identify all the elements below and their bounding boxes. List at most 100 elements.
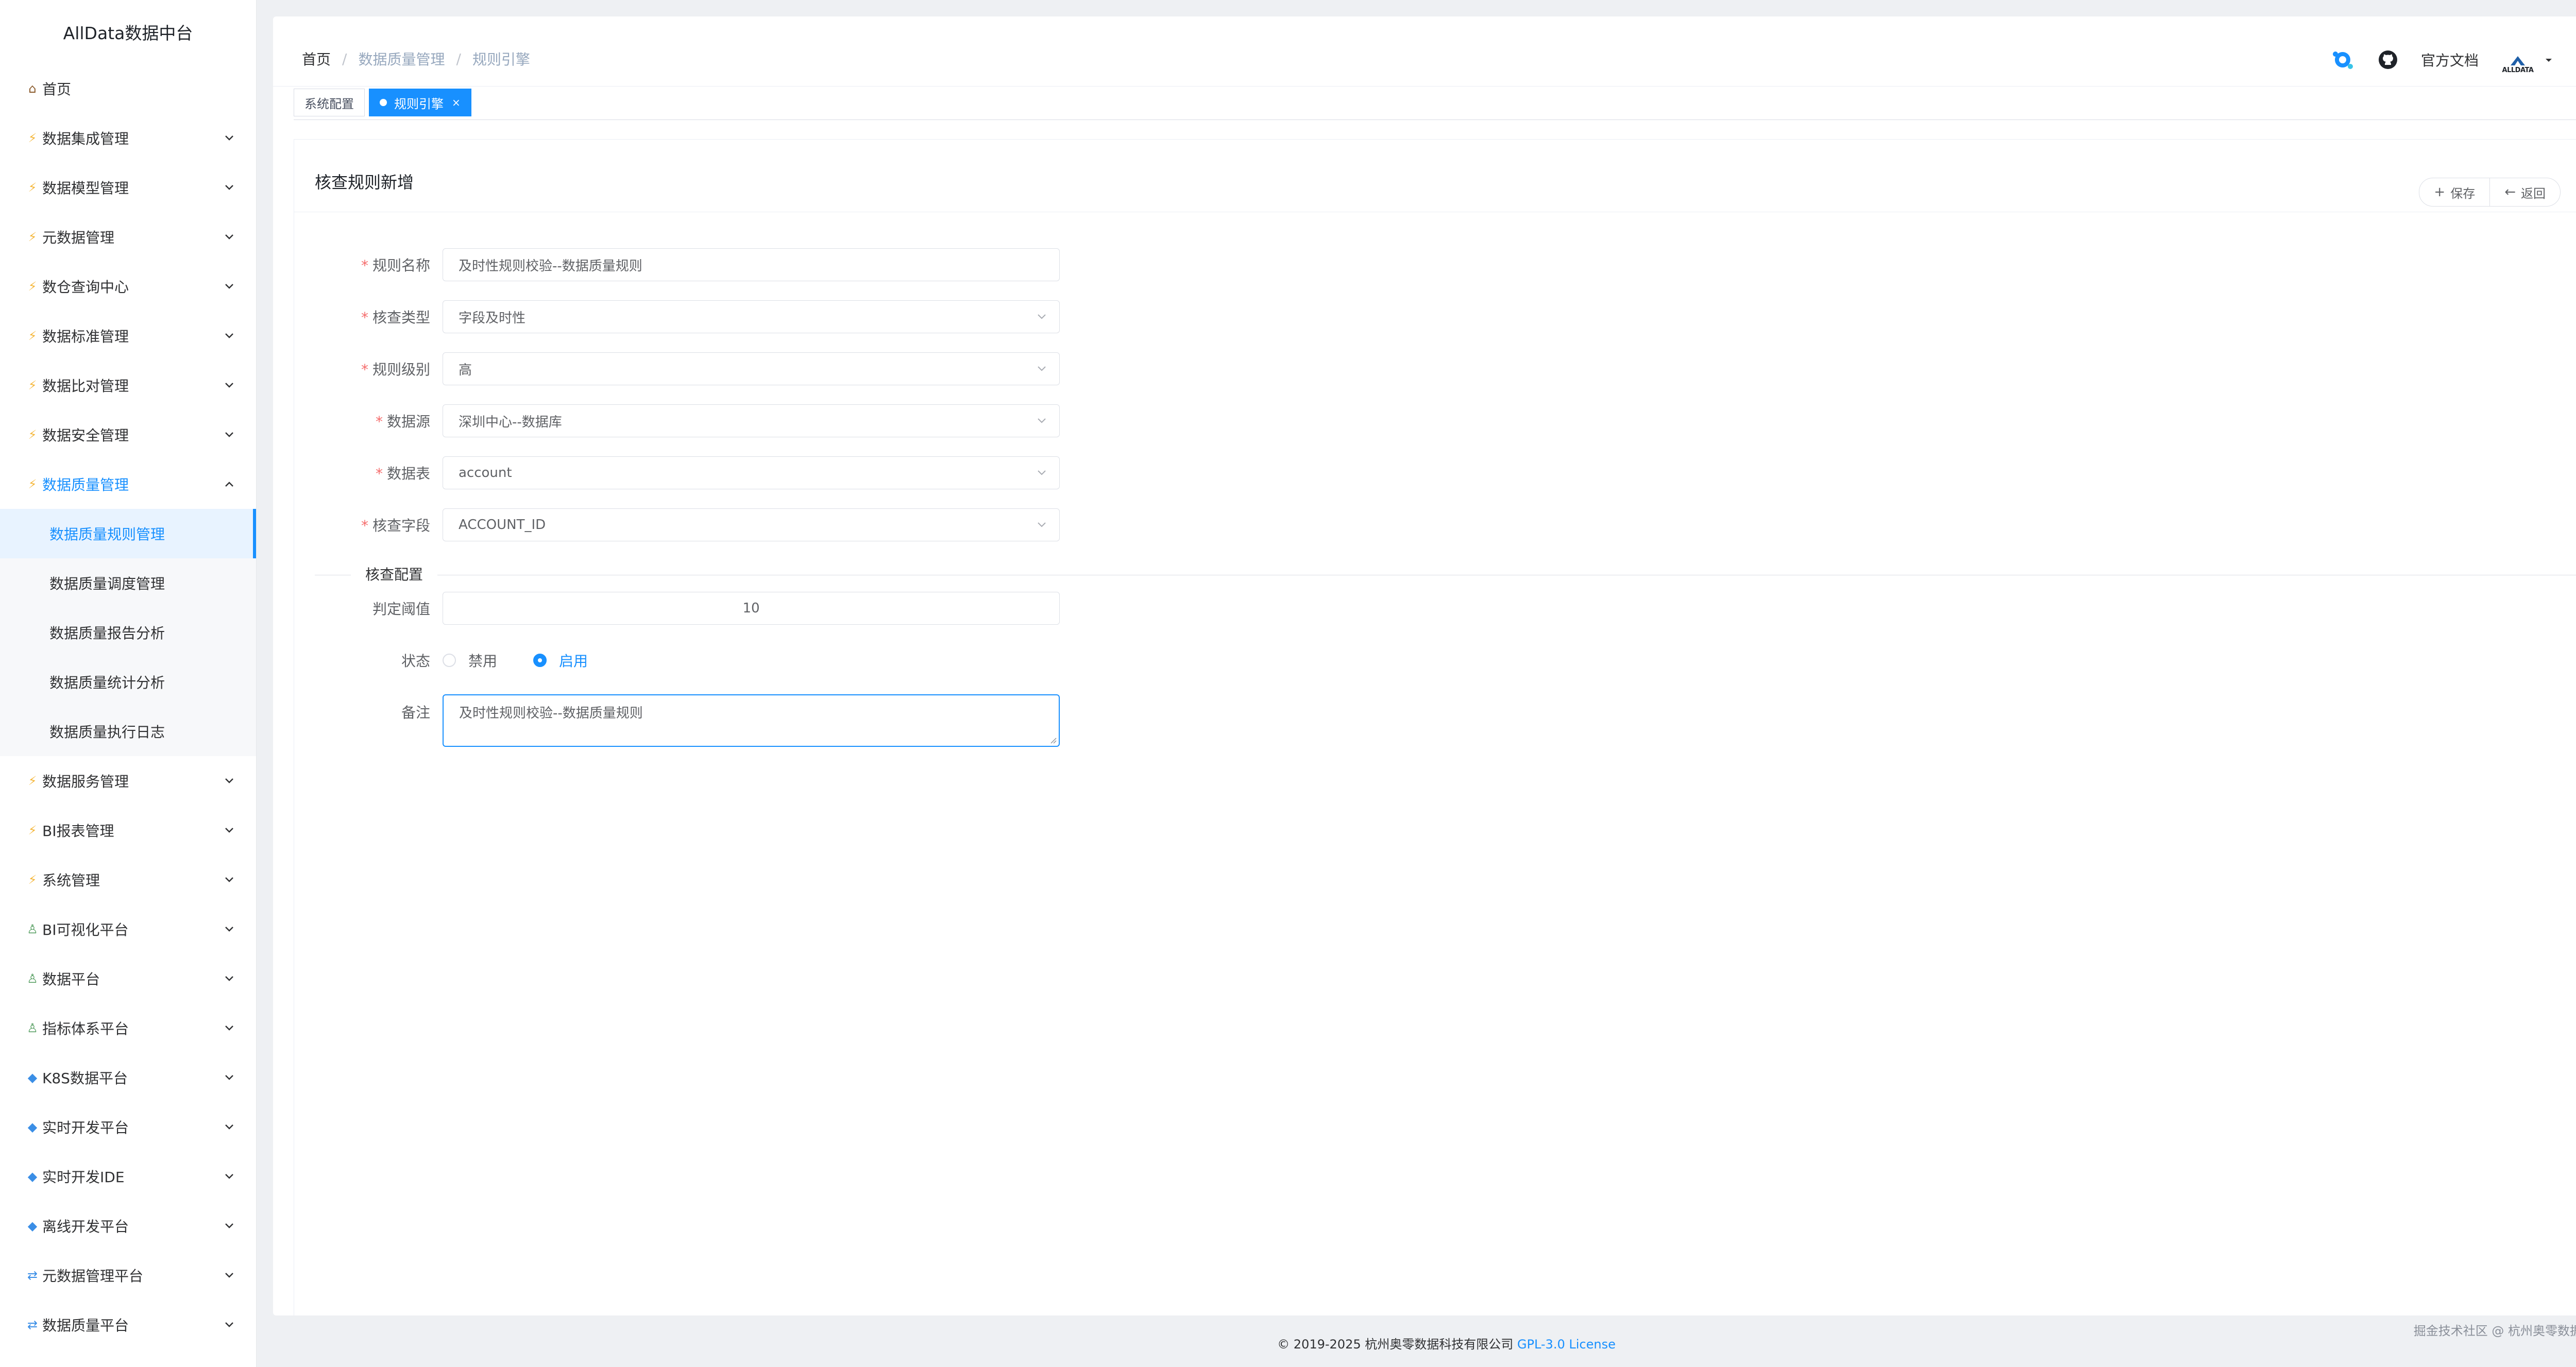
check-field-label-text: 核查字段 bbox=[372, 517, 430, 534]
sidebar-item-realtime-ide[interactable]: ◆ 实时开发IDE bbox=[0, 1152, 256, 1201]
check-type-label-text: 核查类型 bbox=[372, 309, 430, 326]
save-button-label: 保存 bbox=[2450, 186, 2476, 201]
sidebar-subitem-quality-rules[interactable]: 数据质量规则管理 bbox=[0, 509, 256, 558]
top-navbar: 首页 / 数据质量管理 / 规则引擎 官方文档 ALLDATA bbox=[273, 16, 2576, 87]
bolt-icon: ⚡ bbox=[28, 428, 37, 442]
sidebar-item-data-integration[interactable]: ⚡ 数据集成管理 bbox=[0, 113, 256, 163]
back-button[interactable]: ← 返回 bbox=[2490, 178, 2561, 207]
save-button[interactable]: + 保存 bbox=[2419, 178, 2490, 207]
sidebar-item-data-security[interactable]: ⚡ 数据安全管理 bbox=[0, 410, 256, 459]
tags-view: 系统配置 规则引擎 × bbox=[294, 89, 471, 116]
breadcrumb-home[interactable]: 首页 bbox=[302, 48, 331, 69]
required-mark: * bbox=[361, 361, 368, 378]
chevron-up-icon bbox=[223, 478, 235, 490]
sidebar-item-label: 元数据管理 bbox=[42, 229, 115, 246]
status-radio-group: 禁用 启用 bbox=[443, 650, 624, 671]
tab-rule-engine[interactable]: 规则引擎 × bbox=[369, 89, 471, 116]
sidebar-item-system[interactable]: ⚡ 系统管理 bbox=[0, 855, 256, 904]
chevron-down-icon bbox=[223, 1319, 235, 1331]
sidebar-subitem-label: 数据质量规则管理 bbox=[49, 526, 165, 543]
table-label: * 数据表 bbox=[294, 463, 443, 483]
user-menu[interactable]: ALLDATA bbox=[2499, 45, 2553, 74]
sidebar-item-label: 数据质量平台 bbox=[42, 1317, 129, 1334]
remark-label-text: 备注 bbox=[401, 704, 430, 721]
table-select[interactable]: account bbox=[443, 456, 1060, 489]
datasource-select[interactable]: 深圳中心--数据库 bbox=[443, 404, 1060, 437]
breadcrumb-data-quality[interactable]: 数据质量管理 bbox=[358, 48, 445, 69]
tab-system-config[interactable]: 系统配置 bbox=[294, 89, 365, 116]
chevron-down-icon bbox=[223, 1170, 235, 1183]
check-type-select[interactable]: 字段及时性 bbox=[443, 300, 1060, 333]
footer: © 2019-2025 杭州奥零数据科技有限公司 GPL-3.0 License bbox=[256, 1319, 2576, 1367]
sidebar-subitem-quality-log[interactable]: 数据质量执行日志 bbox=[0, 707, 256, 756]
github-icon[interactable] bbox=[2376, 47, 2400, 72]
resize-grip-icon[interactable] bbox=[1048, 736, 1057, 744]
rule-name-value: 及时性规则校验--数据质量规则 bbox=[459, 258, 642, 274]
threshold-input[interactable]: 10 bbox=[443, 592, 1060, 625]
form-row-status: 状态 禁用 启用 bbox=[294, 642, 624, 678]
table-value: account bbox=[459, 465, 512, 481]
search-icon[interactable] bbox=[2330, 47, 2355, 72]
person-icon: ♙ bbox=[27, 1021, 38, 1035]
sidebar-item-data-compare[interactable]: ⚡ 数据比对管理 bbox=[0, 361, 256, 410]
rule-name-input[interactable]: 及时性规则校验--数据质量规则 bbox=[443, 248, 1060, 281]
chevron-down-icon bbox=[223, 181, 235, 194]
chevron-down-icon bbox=[223, 1022, 235, 1034]
sidebar-item-label: 数据集成管理 bbox=[42, 130, 129, 147]
form-row-rule-level: * 规则级别 高 bbox=[294, 351, 1060, 387]
table-label-text: 数据表 bbox=[386, 465, 430, 482]
status-radio-disabled[interactable]: 禁用 bbox=[443, 650, 497, 671]
sidebar-item-label: 数据质量管理 bbox=[42, 476, 129, 493]
sidebar-subitem-quality-schedule[interactable]: 数据质量调度管理 bbox=[0, 558, 256, 608]
license-link[interactable]: GPL-3.0 License bbox=[1517, 1337, 1616, 1352]
sidebar-item-realtime-platform[interactable]: ◆ 实时开发平台 bbox=[0, 1102, 256, 1152]
sidebar-subitem-label: 数据质量执行日志 bbox=[49, 724, 165, 741]
sidebar-item-label: 系统管理 bbox=[42, 872, 100, 889]
form-row-remark: 备注 及时性规则校验--数据质量规则 bbox=[294, 694, 1060, 747]
sidebar-item-warehouse-query[interactable]: ⚡ 数仓查询中心 bbox=[0, 262, 256, 311]
bolt-icon: ⚡ bbox=[28, 279, 37, 294]
sidebar-item-label: K8S数据平台 bbox=[42, 1070, 128, 1087]
check-field-select[interactable]: ACCOUNT_ID bbox=[443, 508, 1060, 541]
threshold-label-text: 判定阈值 bbox=[372, 601, 430, 618]
official-docs-link[interactable]: 官方文档 bbox=[2421, 49, 2479, 70]
sidebar-item-metadata-platform[interactable]: ⇄ 元数据管理平台 bbox=[0, 1251, 256, 1300]
radio-label: 启用 bbox=[559, 653, 588, 670]
sidebar-item-offline-platform[interactable]: ◆ 离线开发平台 bbox=[0, 1201, 256, 1251]
sidebar-item-home[interactable]: ⌂ 首页 bbox=[0, 64, 256, 113]
sidebar-item-data-service[interactable]: ⚡ 数据服务管理 bbox=[0, 756, 256, 806]
sidebar-item-label: 离线开发平台 bbox=[42, 1218, 129, 1235]
sidebar-item-data-quality[interactable]: ⚡ 数据质量管理 bbox=[0, 459, 256, 509]
sidebar-item-k8s-platform[interactable]: ◆ K8S数据平台 bbox=[0, 1053, 256, 1102]
chevron-down-icon bbox=[223, 429, 235, 441]
close-icon[interactable]: × bbox=[452, 96, 461, 109]
remark-textarea[interactable]: 及时性规则校验--数据质量规则 bbox=[443, 694, 1060, 747]
app-logo[interactable]: AllData数据中台 bbox=[0, 0, 256, 64]
gem-icon: ◆ bbox=[27, 1169, 38, 1184]
sidebar-item-bi-visual[interactable]: ♙ BI可视化平台 bbox=[0, 904, 256, 954]
chevron-down-icon bbox=[223, 1220, 235, 1232]
chevron-down-icon bbox=[1036, 363, 1048, 375]
status-label: 状态 bbox=[294, 650, 443, 671]
panel-header: 核查规则新增 + 保存 ← 返回 bbox=[294, 140, 2576, 212]
sidebar-item-metadata[interactable]: ⚡ 元数据管理 bbox=[0, 212, 256, 262]
sidebar-item-metrics-platform[interactable]: ♙ 指标体系平台 bbox=[0, 1003, 256, 1053]
sidebar-item-data-model[interactable]: ⚡ 数据模型管理 bbox=[0, 163, 256, 212]
chevron-down-icon bbox=[1036, 415, 1048, 427]
bolt-icon: ⚡ bbox=[28, 378, 37, 392]
rule-level-select[interactable]: 高 bbox=[443, 352, 1060, 385]
form-panel: 核查规则新增 + 保存 ← 返回 * 规则名称 及时性规则校验--数据质量规则 *… bbox=[294, 139, 2576, 1315]
sidebar-item-data-platform[interactable]: ♙ 数据平台 bbox=[0, 954, 256, 1003]
sidebar-item-label: 数据安全管理 bbox=[42, 427, 129, 444]
check-field-label: * 核查字段 bbox=[294, 515, 443, 535]
tab-label: 规则引擎 bbox=[394, 96, 444, 111]
sidebar-item-bi-report[interactable]: ⚡ BI报表管理 bbox=[0, 806, 256, 855]
sidebar-item-quality-platform[interactable]: ⇄ 数据质量平台 bbox=[0, 1300, 256, 1349]
arrow-left-icon: ← bbox=[2504, 184, 2516, 200]
datasource-label-text: 数据源 bbox=[386, 413, 430, 430]
status-radio-enabled[interactable]: 启用 bbox=[533, 650, 588, 671]
sidebar-item-data-standard[interactable]: ⚡ 数据标准管理 bbox=[0, 311, 256, 361]
bolt-icon: ⚡ bbox=[28, 131, 37, 145]
sidebar-subitem-quality-report[interactable]: 数据质量报告分析 bbox=[0, 608, 256, 657]
sidebar-subitem-quality-statistics[interactable]: 数据质量统计分析 bbox=[0, 657, 256, 707]
